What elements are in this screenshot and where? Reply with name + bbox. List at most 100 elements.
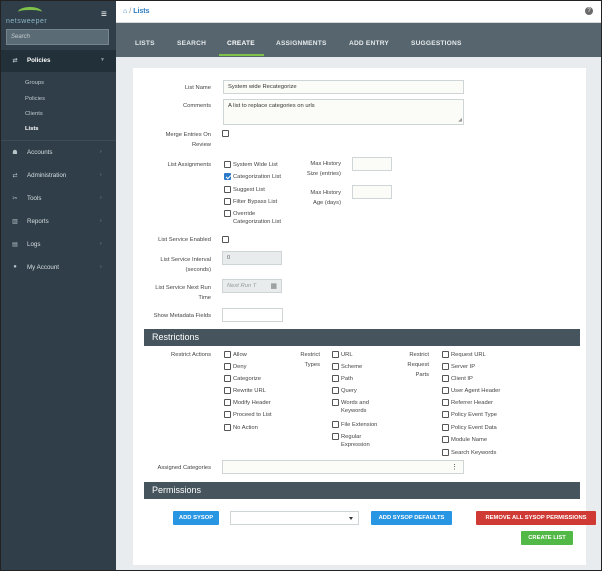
chevron-right-icon: ›: [100, 195, 102, 201]
type-query-checkbox[interactable]: [332, 387, 339, 394]
sidebar-item-label: Tools: [27, 195, 42, 202]
add-sysop-defaults-button[interactable]: ADD SYSOP DEFAULTS: [371, 511, 452, 525]
action-no-action-label: No Action: [233, 425, 258, 431]
sidebar-item-policies[interactable]: ⇄ Policies ▼: [1, 50, 116, 72]
action-modify-header-label: Modify Header: [233, 400, 271, 406]
action-no-action-checkbox[interactable]: [224, 424, 231, 431]
list-name-input[interactable]: System wide Recategorize: [223, 80, 464, 94]
system-wide-list-checkbox[interactable]: [224, 161, 231, 168]
sidebar-item-label: Administration: [27, 172, 67, 179]
restrictions-header: Restrictions: [144, 329, 580, 346]
categorization-list-checkbox[interactable]: [224, 173, 231, 180]
merge-entries-checkbox[interactable]: [222, 130, 229, 137]
types-line1: Restrict: [300, 352, 320, 358]
type-file-extension-checkbox[interactable]: [332, 421, 339, 428]
sysop-select[interactable]: [230, 511, 359, 525]
sidebar-item-label: My Account: [27, 264, 59, 271]
type-scheme-checkbox[interactable]: [332, 363, 339, 370]
more-vertical-icon[interactable]: ⋮: [451, 463, 458, 471]
show-metadata-input[interactable]: [222, 308, 283, 322]
hamburger-menu-icon[interactable]: ≡: [101, 9, 107, 20]
tab-assignments[interactable]: ASSIGNMENTS: [276, 40, 327, 47]
breadcrumb-separator: /: [129, 8, 132, 15]
part-client-ip-checkbox[interactable]: [442, 375, 449, 382]
sidebar-search-input[interactable]: Search: [6, 29, 109, 45]
tab-create[interactable]: CREATE: [227, 40, 255, 47]
action-rewrite-url-checkbox[interactable]: [224, 387, 231, 394]
sidebar-divider: [1, 140, 116, 141]
max-history-age-input[interactable]: [352, 185, 392, 199]
sidebar-item-my-account[interactable]: ● My Account ›: [1, 257, 116, 279]
parts-line1: Restrict: [409, 352, 429, 358]
sidebar-subitem-clients[interactable]: Clients: [25, 111, 43, 117]
sidebar-subitem-lists[interactable]: Lists: [25, 126, 39, 132]
resize-handle-icon[interactable]: ◢: [458, 117, 462, 123]
sidebar-item-reports[interactable]: ▥ Reports ›: [1, 211, 116, 233]
type-url-checkbox[interactable]: [332, 351, 339, 358]
list-service-enabled-checkbox[interactable]: [222, 236, 229, 243]
add-sysop-button[interactable]: ADD SYSOP: [173, 511, 219, 525]
max-history-size-input[interactable]: [352, 157, 392, 171]
assigned-categories-input[interactable]: ⋮: [222, 460, 464, 474]
comments-label: Comments: [182, 103, 211, 109]
chevron-right-icon: ›: [100, 149, 102, 155]
part-policy-event-type-checkbox[interactable]: [442, 411, 449, 418]
sidebar-item-accounts[interactable]: ☗ Accounts ›: [1, 142, 116, 164]
active-tab-indicator: [219, 54, 264, 56]
permissions-header: Permissions: [144, 482, 580, 499]
override-label-line1: Override: [233, 211, 256, 217]
calendar-icon[interactable]: ▦: [270, 282, 277, 290]
type-words-keywords-label: Words and Keywords: [341, 399, 369, 415]
sidebar-item-administration[interactable]: ⇄ Administration ›: [1, 165, 116, 187]
max-size-line2: Size (entries): [306, 171, 341, 177]
sidebar-subitem-groups[interactable]: Groups: [25, 80, 44, 86]
tab-add-entry[interactable]: ADD ENTRY: [349, 40, 389, 47]
suggest-list-checkbox[interactable]: [224, 186, 231, 193]
tab-suggestions[interactable]: SUGGESTIONS: [411, 40, 462, 47]
part-request-url-checkbox[interactable]: [442, 351, 449, 358]
next-run-time-label: List Service Next Run Time: [140, 283, 211, 303]
breadcrumb-current[interactable]: Lists: [133, 8, 149, 15]
list-name-label: List Name: [184, 85, 211, 91]
next-run-time-input[interactable]: Next Run T ▦: [222, 279, 282, 293]
tab-lists[interactable]: LISTS: [135, 40, 155, 47]
action-allow-label: Allow: [233, 352, 247, 358]
comments-textarea[interactable]: A list to replace categories on urls ◢: [223, 99, 464, 125]
action-proceed-to-list-checkbox[interactable]: [224, 411, 231, 418]
action-categorize-checkbox[interactable]: [224, 375, 231, 382]
chevron-right-icon: ›: [100, 218, 102, 224]
remove-all-sysop-permissions-button[interactable]: REMOVE ALL SYSOP PERMISSIONS: [476, 511, 596, 525]
type-query-label: Query: [341, 388, 357, 394]
action-modify-header-checkbox[interactable]: [224, 399, 231, 406]
suggest-list-label: Suggest List: [233, 187, 265, 193]
list-service-interval-input[interactable]: 0: [222, 251, 282, 265]
part-module-name-checkbox[interactable]: [442, 436, 449, 443]
filter-bypass-list-checkbox[interactable]: [224, 198, 231, 205]
sidebar-item-tools[interactable]: ✂ Tools ›: [1, 188, 116, 210]
type-regular-expression-label: Regular Expression: [341, 433, 370, 449]
filter-bypass-list-label: Filter Bypass List: [233, 199, 278, 205]
netsweeper-logo[interactable]: netsweeper: [4, 5, 84, 25]
override-categorization-checkbox[interactable]: [224, 210, 231, 217]
part-search-keywords-checkbox[interactable]: [442, 449, 449, 456]
help-icon[interactable]: ?: [585, 7, 593, 15]
action-allow-checkbox[interactable]: [224, 351, 231, 358]
part-server-ip-checkbox[interactable]: [442, 363, 449, 370]
sidebar-item-logs[interactable]: ▤ Logs ›: [1, 234, 116, 256]
part-user-agent-header-checkbox[interactable]: [442, 387, 449, 394]
type-path-checkbox[interactable]: [332, 375, 339, 382]
part-client-ip-label: Client IP: [451, 376, 473, 382]
sidebar: netsweeper ≡ Search ⇄ Policies ▼ Groups …: [1, 1, 116, 570]
tab-search[interactable]: SEARCH: [177, 40, 206, 47]
part-referrer-header-checkbox[interactable]: [442, 399, 449, 406]
sidebar-subitem-policies[interactable]: Policies: [25, 96, 45, 102]
type-regular-expression-checkbox[interactable]: [332, 433, 339, 440]
words-line2: Keywords: [341, 408, 367, 414]
action-deny-checkbox[interactable]: [224, 363, 231, 370]
home-icon[interactable]: ⌂: [123, 8, 127, 15]
type-words-keywords-checkbox[interactable]: [332, 399, 339, 406]
part-referrer-header-label: Referrer Header: [451, 400, 493, 406]
part-policy-event-data-checkbox[interactable]: [442, 424, 449, 431]
create-list-button[interactable]: CREATE LIST: [521, 531, 573, 545]
tab-bar: LISTS SEARCH CREATE ASSIGNMENTS ADD ENTR…: [116, 23, 601, 57]
